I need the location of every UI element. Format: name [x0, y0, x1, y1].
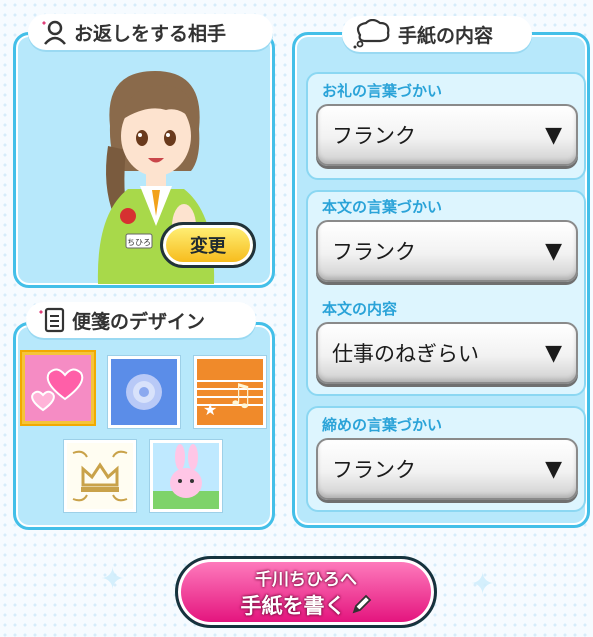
dropdown-arrow-icon: ▼ [545, 340, 562, 366]
speech-bubble-icon [352, 19, 392, 49]
body-wording-dropdown[interactable]: フランク ▼ [316, 220, 578, 282]
body-wording-label: 本文の言葉づかい [322, 198, 443, 216]
body-content-dropdown[interactable]: 仕事のねぎらい ▼ [316, 322, 578, 384]
design-rose[interactable] [108, 356, 180, 428]
design-heart[interactable] [22, 352, 94, 424]
change-button-label: 変更 [190, 236, 226, 257]
design-music[interactable]: ♫ ★ [194, 356, 266, 428]
svg-text:♫: ♫ [227, 378, 254, 413]
name-badge: ちひろ [127, 238, 151, 247]
body-wording-value: フランク [332, 240, 416, 264]
write-button-action: 手紙を書く [241, 590, 372, 620]
recipient-panel-title: お返しをする相手 [74, 22, 227, 45]
thanks-wording-dropdown[interactable]: フランク ▼ [316, 104, 578, 166]
pencil-icon [350, 594, 372, 616]
write-button-recipient: 千川ちひろへ [255, 569, 357, 590]
thanks-wording-value: フランク [332, 124, 416, 148]
stationery-panel-title: 便箋のデザイン [72, 310, 206, 333]
write-button-label: 手紙を書く [240, 593, 346, 618]
body-content-value: 仕事のねぎらい [332, 342, 479, 366]
stationery-panel-header: 便箋のデザイン [26, 302, 256, 338]
dropdown-arrow-icon: ▼ [545, 238, 562, 264]
change-recipient-button[interactable]: 変更 [160, 222, 256, 268]
dropdown-arrow-icon: ▼ [545, 456, 562, 482]
notepad-icon [36, 306, 66, 334]
body-content-label: 本文の内容 [322, 300, 398, 318]
person-icon [38, 19, 68, 45]
design-bunny[interactable] [150, 440, 222, 512]
recipient-panel-header: お返しをする相手 [28, 14, 273, 50]
closing-wording-label: 締めの言葉づかい [322, 416, 443, 434]
letter-content-panel-header: 手紙の内容 [342, 16, 532, 52]
write-letter-button[interactable]: 千川ちひろへ 手紙を書く [175, 556, 437, 628]
sparkle-decoration: ✦ [470, 567, 496, 602]
design-crown[interactable] [64, 440, 136, 512]
svg-text:★: ★ [203, 400, 217, 419]
dropdown-arrow-icon: ▼ [545, 122, 562, 148]
letter-content-panel-title: 手紙の内容 [398, 24, 494, 47]
closing-wording-dropdown[interactable]: フランク ▼ [316, 438, 578, 500]
thanks-wording-label: お礼の言葉づかい [322, 82, 443, 100]
closing-wording-value: フランク [332, 458, 416, 482]
sparkle-decoration: ✦ [100, 562, 126, 597]
